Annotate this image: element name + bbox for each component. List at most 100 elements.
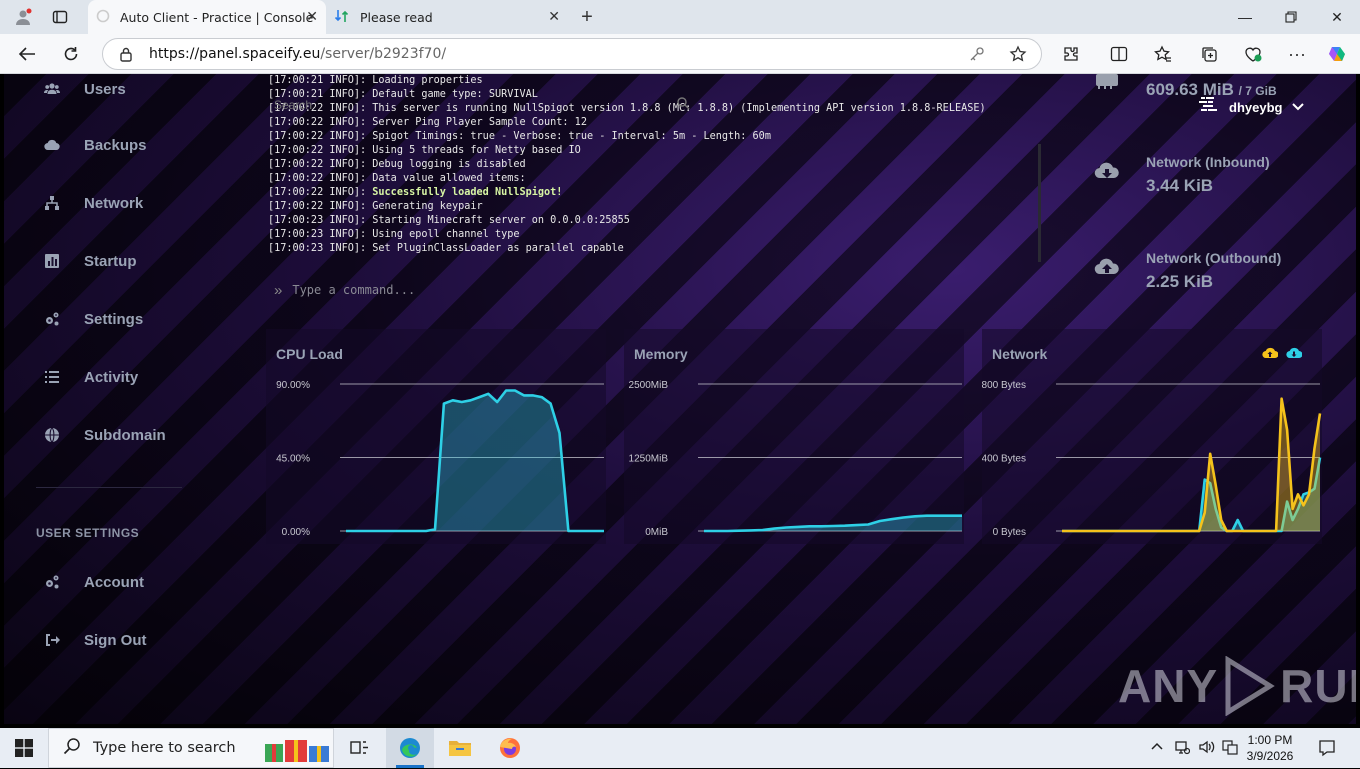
taskbar-firefox-button[interactable] <box>486 728 534 768</box>
gift-boxes-icon <box>263 734 333 769</box>
tab-please-read[interactable]: Please read ✕ <box>328 0 568 34</box>
lock-icon[interactable] <box>119 46 133 67</box>
stat-value: 3.44 KiB <box>1146 176 1214 195</box>
command-input[interactable] <box>292 283 993 297</box>
chart-icon <box>42 252 62 270</box>
windows-start-button[interactable] <box>0 728 48 768</box>
taskbar-search-box[interactable] <box>48 728 334 768</box>
browser-toolbar: https://panel.spaceify.eu/server/b2923f7… <box>0 34 1360 74</box>
log-prefix: [17:00:22 INFO]: <box>268 201 373 212</box>
series-area-0 <box>704 515 962 531</box>
console-output: [17:00:21 INFO]: Loading properties [17:0… <box>266 74 1041 260</box>
task-view-button[interactable] <box>336 728 384 768</box>
log-message: Set PluginClassLoader as parallel capabl… <box>372 243 624 254</box>
y-tick-label: 0MiB <box>645 527 668 538</box>
globe-icon <box>42 426 62 444</box>
sidebar-item-label: Activity <box>84 368 139 386</box>
notifications-icon[interactable] <box>1318 739 1336 760</box>
sidebar-item-label: Sign Out <box>84 631 147 649</box>
browser-tab-bar: Auto Client - Practice | Console ✕ Pleas… <box>0 0 1360 34</box>
copilot-icon[interactable] <box>1324 42 1350 66</box>
console-line: [17:00:23 INFO]: Using epoll channel typ… <box>268 228 1041 242</box>
console-line: [17:00:22 INFO]: Spigot Timings: true - … <box>268 130 1041 144</box>
list-icon <box>42 368 62 386</box>
outbound-legend-icon <box>1262 347 1278 359</box>
y-tick-label: 45.00% <box>276 454 310 465</box>
taskbar-file-explorer-button[interactable] <box>436 728 484 768</box>
sidebar-item-account[interactable]: Account <box>42 567 144 597</box>
cloud-icon <box>42 136 62 154</box>
log-message: Debug logging is disabled <box>372 159 526 170</box>
address-bar[interactable]: https://panel.spaceify.eu/server/b2923f7… <box>102 38 1042 70</box>
log-message: Server Ping Player Sample Count: 12 <box>372 117 587 128</box>
favorite-star-icon[interactable] <box>1009 45 1027 68</box>
tab-title: Please read <box>360 9 433 25</box>
sort-arrows-icon <box>334 8 350 27</box>
search-icon <box>63 737 81 760</box>
taskbar-search-input[interactable] <box>93 740 263 756</box>
sidebar-item-label: Settings <box>84 310 144 328</box>
profile-avatar-icon[interactable] <box>12 6 34 28</box>
y-tick-label: 800 Bytes <box>982 380 1026 391</box>
keyboard-layout-icon[interactable] <box>1222 739 1238 758</box>
taskbar-clock[interactable]: 1:00 PM 3/9/2026 <box>1240 732 1300 764</box>
tab-auto-client[interactable]: Auto Client - Practice | Console ✕ <box>88 0 326 34</box>
taskbar-edge-button[interactable] <box>386 728 434 768</box>
more-options-icon[interactable]: ··· <box>1284 42 1310 66</box>
network-inbound-stat: Network (Inbound) 3.44 KiB <box>1094 148 1354 208</box>
watermark-text-left: ANY <box>1118 660 1219 712</box>
url-text[interactable]: https://panel.spaceify.eu/server/b2923f7… <box>149 46 446 62</box>
cloud-upload-icon <box>1094 256 1120 278</box>
sidebar-item-network[interactable]: Network <box>42 188 143 218</box>
favorites-icon[interactable] <box>1150 42 1176 66</box>
log-message: Successfully loaded NullSpigot! <box>372 187 563 198</box>
volume-icon[interactable] <box>1198 739 1216 758</box>
sidebar-item-backups[interactable]: Backups <box>42 130 147 160</box>
sidebar-item-activity[interactable]: Activity <box>42 362 138 392</box>
extensions-icon[interactable] <box>1058 42 1084 66</box>
sidebar-divider <box>36 487 182 488</box>
split-screen-icon[interactable] <box>1106 42 1132 66</box>
close-tab-icon[interactable]: ✕ <box>548 9 560 25</box>
firefox-icon <box>500 738 520 758</box>
console-line: [17:00:22 INFO]: Using 5 threads for Net… <box>268 144 1041 158</box>
sidebar-item-users[interactable]: Users <box>42 74 126 104</box>
tab-actions-icon[interactable] <box>49 6 71 28</box>
network-outbound-stat: Network (Outbound) 2.25 KiB <box>1094 244 1354 304</box>
console-line: [17:00:22 INFO]: Server Ping Player Samp… <box>268 116 1041 130</box>
sidebar-item-sign-out[interactable]: Sign Out <box>42 625 147 655</box>
windows-logo-icon <box>15 739 33 757</box>
restore-icon[interactable] <box>1276 6 1306 28</box>
log-prefix: [17:00:21 INFO]: <box>268 75 373 86</box>
network-tray-icon[interactable] <box>1174 739 1191 758</box>
key-icon[interactable] <box>969 46 985 67</box>
network-chart-legend <box>1262 346 1302 360</box>
close-tab-icon[interactable]: ✕ <box>306 9 318 25</box>
minimize-icon[interactable]: — <box>1230 6 1260 28</box>
console-line: [17:00:22 INFO]: Generating keypair <box>268 200 1041 214</box>
users-icon <box>42 80 62 98</box>
network-chart-svg: 800 Bytes 400 Bytes 0 Bytes <box>982 380 1322 538</box>
sidebar-item-label: Backups <box>84 136 147 154</box>
reload-icon[interactable] <box>58 42 84 66</box>
show-hidden-icons-icon[interactable] <box>1150 739 1164 755</box>
sidebar-item-subdomain[interactable]: Subdomain <box>42 420 166 450</box>
back-icon[interactable] <box>14 42 40 66</box>
browser-essentials-icon[interactable] <box>1240 42 1266 66</box>
sidebar-item-startup[interactable]: Startup <box>42 246 137 276</box>
folder-icon <box>449 741 471 756</box>
sidebar-item-label: Network <box>84 194 144 212</box>
log-prefix: [17:00:22 INFO]: <box>268 159 373 170</box>
close-window-icon[interactable]: ✕ <box>1322 6 1352 28</box>
console-line: [17:00:21 INFO]: Loading properties <box>268 74 1041 88</box>
url-path: /server/b2923f70/ <box>320 46 447 62</box>
new-tab-icon[interactable]: + <box>576 6 598 28</box>
collections-icon[interactable] <box>1196 42 1222 66</box>
user-menu[interactable]: dhyeybg <box>1199 96 1305 118</box>
console-scrollbar[interactable] <box>1038 144 1041 262</box>
stat-value: 2.25 KiB <box>1146 272 1214 291</box>
gears-icon <box>42 310 62 328</box>
console-search-icon[interactable] <box>676 96 690 110</box>
console-line: [17:00:21 INFO]: Default game type: SURV… <box>268 88 1041 102</box>
sidebar-item-settings[interactable]: Settings <box>42 304 143 334</box>
